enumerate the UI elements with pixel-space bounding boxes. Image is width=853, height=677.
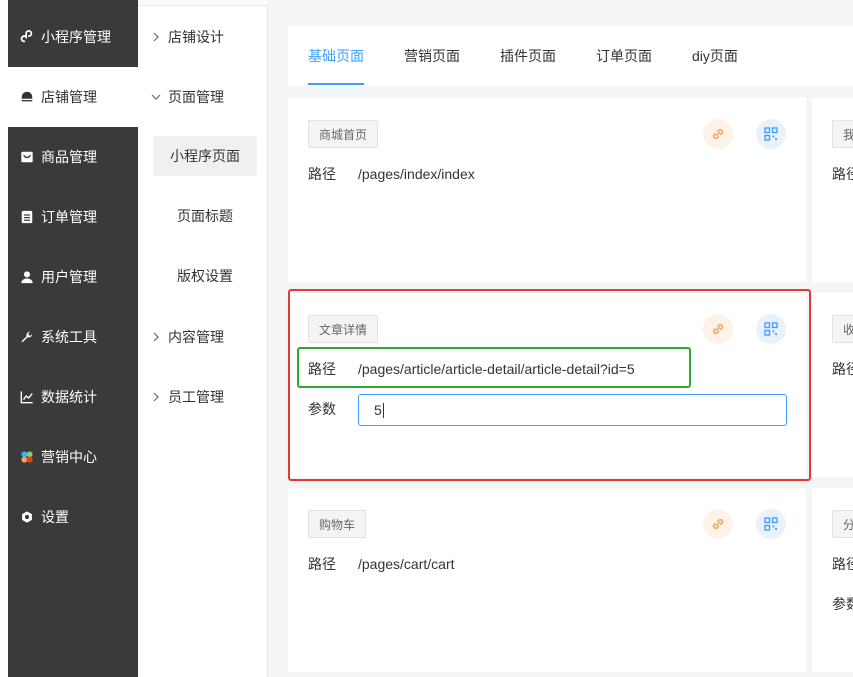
sub-menu: 店铺设计 页面管理 小程序页面 页面标题 版权设置 内容管理 员工管理	[138, 0, 268, 677]
chart-icon	[20, 390, 34, 404]
param-label: 参数	[832, 596, 853, 612]
submenu-label: 员工管理	[168, 389, 224, 405]
goods-icon	[20, 150, 34, 164]
param-row: 参数	[308, 399, 358, 419]
page-card-home: 商城首页 路径 /pages/index/index	[288, 98, 806, 282]
shop-icon	[20, 90, 34, 104]
path-value: /pages/cart/cart	[358, 556, 455, 572]
param-input[interactable]: 5	[358, 394, 787, 426]
tab-plugin[interactable]: 插件页面	[500, 26, 556, 86]
wrench-icon	[20, 330, 34, 344]
miniprogram-icon	[20, 30, 34, 44]
submenu-copyright[interactable]: 版权设置	[153, 256, 257, 296]
submenu-content-manage[interactable]: 内容管理	[150, 317, 224, 357]
path-value: /pages/article/article-detail/article-de…	[358, 361, 635, 377]
sidebar-item-label: 小程序管理	[41, 29, 111, 45]
sidebar-item-label: 订单管理	[41, 209, 97, 225]
active-tab-indicator	[308, 83, 364, 85]
main-content: 基础页面 营销页面 插件页面 订单页面 diy页面 商城首页 路径 /pages…	[268, 0, 853, 677]
sidebar-item-label: 商品管理	[41, 149, 97, 165]
marketing-icon	[20, 450, 34, 464]
path-label: 路径	[308, 361, 336, 377]
qrcode-icon[interactable]	[756, 509, 786, 539]
submenu-page-manage[interactable]: 页面管理	[150, 77, 224, 117]
path-row: 路径 /pages/cart/cart	[308, 554, 455, 574]
sidebar-item-marketing[interactable]: 营销中心	[8, 427, 138, 487]
submenu-label: 内容管理	[168, 329, 224, 345]
page-name-tag: 商城首页	[308, 120, 379, 148]
link-icon[interactable]	[703, 314, 733, 344]
path-row: 路径 /pages/article/article-detail/article…	[308, 359, 635, 379]
main-sidebar: 小程序管理 店铺管理 商品管理 订单管理 用户管理 系统工具 数据统计 营销中心…	[0, 0, 138, 677]
tab-order[interactable]: 订单页面	[596, 26, 652, 86]
sub-menu-top	[138, 0, 268, 6]
sidebar-item-miniprogram[interactable]: 小程序管理	[8, 7, 138, 67]
path-label: 路径	[832, 556, 853, 572]
page-name-tag: 收	[832, 315, 853, 343]
submenu-label: 店铺设计	[168, 29, 224, 45]
sidebar-item-order[interactable]: 订单管理	[8, 187, 138, 247]
chevron-right-icon	[153, 332, 159, 342]
submenu-label: 页面管理	[168, 89, 224, 105]
sidebar-item-shop[interactable]: 店铺管理	[8, 67, 138, 127]
page-name-tag: 我	[832, 120, 853, 148]
submenu-shop-design[interactable]: 店铺设计	[150, 17, 224, 57]
path-label: 路径	[832, 166, 853, 182]
sidebar-item-label: 用户管理	[41, 269, 97, 285]
settings-icon	[20, 510, 34, 524]
order-icon	[20, 210, 34, 224]
tab-diy[interactable]: diy页面	[692, 26, 738, 86]
path-label: 路径	[832, 361, 853, 377]
sidebar-item-label: 店铺管理	[41, 89, 97, 105]
submenu-miniprogram-pages[interactable]: 小程序页面	[153, 136, 257, 176]
sidebar-item-settings[interactable]: 设置	[8, 487, 138, 547]
submenu-staff-manage[interactable]: 员工管理	[150, 377, 224, 417]
sidebar-item-stats[interactable]: 数据统计	[8, 367, 138, 427]
sidebar-edge	[0, 0, 8, 677]
page-name-tag: 文章详情	[308, 315, 379, 343]
sidebar-item-label: 系统工具	[41, 329, 97, 345]
path-value: /pages/index/index	[358, 166, 475, 182]
sidebar-item-user[interactable]: 用户管理	[8, 247, 138, 307]
chevron-right-icon	[153, 32, 159, 42]
page-card-partial: 收 路径	[812, 293, 853, 477]
page-tabs: 基础页面 营销页面 插件页面 订单页面 diy页面	[288, 26, 853, 86]
submenu-label: 小程序页面	[170, 148, 240, 164]
path-label: 路径	[308, 166, 336, 182]
user-icon	[20, 270, 34, 284]
sidebar-item-label: 设置	[41, 509, 69, 525]
param-label: 参数	[308, 401, 336, 417]
page-name-tag: 购物车	[308, 510, 367, 538]
submenu-label: 页面标题	[177, 208, 233, 224]
param-input-value: 5	[374, 402, 382, 418]
sidebar-item-label: 数据统计	[41, 389, 97, 405]
sidebar-item-label: 营销中心	[41, 449, 97, 465]
qrcode-icon[interactable]	[756, 119, 786, 149]
page-card-cart: 购物车 路径 /pages/cart/cart	[288, 488, 806, 672]
tab-basic[interactable]: 基础页面	[308, 26, 364, 86]
sidebar-item-goods[interactable]: 商品管理	[8, 127, 138, 187]
tab-marketing[interactable]: 营销页面	[404, 26, 460, 86]
path-label: 路径	[308, 556, 336, 572]
link-icon[interactable]	[703, 509, 733, 539]
chevron-right-icon	[153, 392, 159, 402]
link-icon[interactable]	[703, 119, 733, 149]
submenu-label: 版权设置	[177, 268, 233, 284]
path-row: 路径 /pages/index/index	[308, 164, 475, 184]
page-card-article: 文章详情 路径 /pages/article/article-detail/ar…	[288, 293, 806, 477]
chevron-down-icon	[151, 94, 161, 100]
text-caret	[382, 402, 384, 418]
submenu-page-title[interactable]: 页面标题	[153, 196, 257, 236]
qrcode-icon[interactable]	[756, 314, 786, 344]
page-card-partial: 分 路径 参数	[812, 488, 853, 672]
page-name-tag: 分	[832, 510, 853, 538]
page-card-partial: 我 路径	[812, 98, 853, 282]
sidebar-item-tools[interactable]: 系统工具	[8, 307, 138, 367]
